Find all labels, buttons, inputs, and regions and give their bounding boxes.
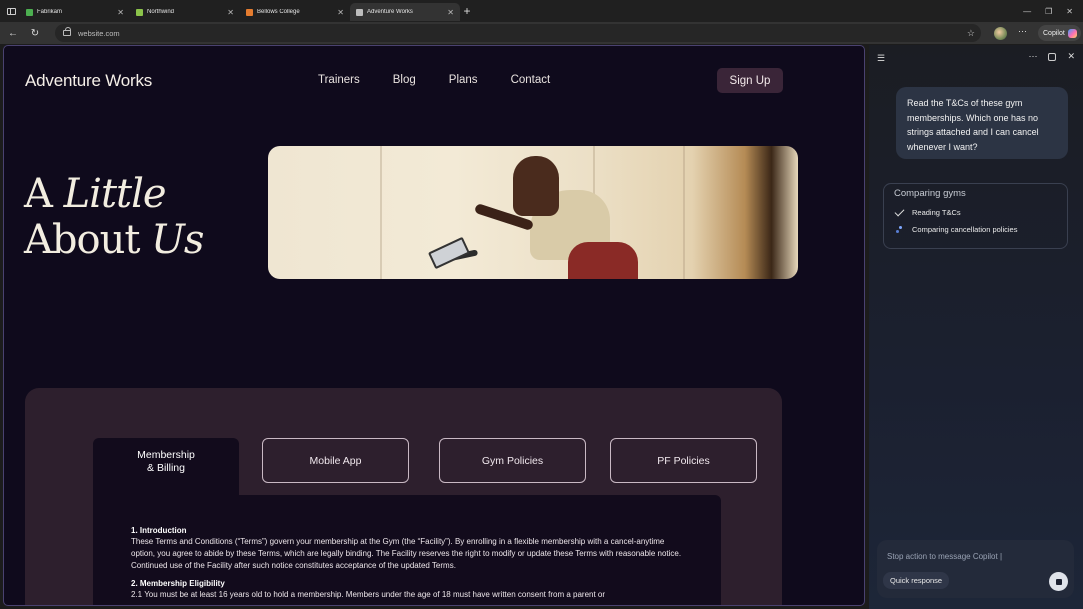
lock-icon — [63, 27, 71, 36]
close-icon[interactable]: ✕ — [227, 8, 234, 17]
tab-northwind[interactable]: Northwind ✕ — [130, 3, 240, 21]
tab-label: Membership — [137, 449, 195, 461]
copilot-button-label: Copilot — [1043, 29, 1065, 37]
hero-image-woman-cycling — [268, 146, 798, 279]
website-viewport: Adventure Works Trainers Blog Plans Cont… — [3, 45, 865, 606]
section-text: These Terms and Conditions (“Terms”) gov… — [131, 537, 682, 570]
url-text: website.com — [78, 28, 120, 38]
browser-toolbar: ← ↻ website.com ☆ — [0, 22, 1083, 44]
refresh-icon[interactable]: ↻ — [24, 28, 46, 39]
northwind-favicon-icon — [136, 8, 143, 16]
tab-label: Fabrikam — [37, 9, 63, 15]
nav-trainers[interactable]: Trainers — [318, 74, 360, 86]
restore-icon[interactable]: ❐ — [1045, 7, 1052, 16]
hero-word: About — [24, 217, 140, 263]
minimize-icon[interactable]: — — [1023, 7, 1031, 16]
terms-content-panel: 1. Introduction These Terms and Conditio… — [93, 495, 721, 605]
main-nav: Trainers Blog Plans Contact — [318, 74, 550, 86]
browser-tab-bar: Fabrikam ✕ Northwind ✕ Bellows College ✕… — [0, 0, 1083, 22]
hero-word: A — [24, 171, 53, 217]
adventure-works-favicon-icon — [356, 8, 363, 16]
tab-label: Bellows College — [257, 9, 300, 15]
profile-avatar[interactable] — [994, 27, 1007, 40]
tab-gym-policies[interactable]: Gym Policies — [439, 438, 586, 483]
tab-adventure-works[interactable]: Adventure Works ✕ — [350, 3, 460, 21]
tab-fabrikam[interactable]: Fabrikam ✕ — [20, 3, 130, 21]
tab-label: Northwind — [147, 9, 175, 15]
new-tab-plus-icon[interactable]: + — [460, 4, 474, 18]
copilot-panel-controls: ⋯ ✕ — [1028, 51, 1075, 62]
step-complete: Reading T&Cs — [894, 206, 1057, 217]
quick-response-button[interactable]: Quick response — [883, 572, 950, 589]
close-icon[interactable]: ✕ — [337, 8, 344, 17]
copilot-panel: ☰ ⋯ ✕ Read the T&Cs of these gym members… — [869, 45, 1083, 609]
message-composer[interactable]: Stop action to message Copilot | Quick r… — [877, 540, 1074, 598]
copilot-button[interactable]: Copilot — [1038, 25, 1081, 41]
open-in-new-icon[interactable] — [1048, 52, 1057, 61]
loading-spinner-icon — [896, 225, 904, 234]
tab-membership-billing[interactable]: Membership & Billing — [93, 438, 239, 498]
menu-icon[interactable]: ☰ — [877, 53, 885, 64]
nav-plans[interactable]: Plans — [449, 74, 478, 86]
task-progress-card: Comparing gyms Reading T&Cs Comparing ca… — [883, 183, 1068, 249]
tab-pf-policies[interactable]: PF Policies — [610, 438, 757, 483]
sign-up-button[interactable]: Sign Up — [717, 68, 783, 93]
tab-label: & Billing — [147, 462, 185, 474]
stop-button[interactable] — [1049, 572, 1068, 591]
section-heading: 2. Membership Eligibility — [131, 579, 225, 588]
more-options-icon[interactable]: ⋯ — [1018, 26, 1027, 37]
step-label: Reading T&Cs — [912, 208, 961, 217]
composer-placeholder: Stop action to message Copilot | — [887, 552, 1003, 561]
tab-label: Adventure Works — [367, 9, 413, 15]
close-icon[interactable]: ✕ — [117, 8, 124, 17]
close-icon[interactable]: ✕ — [1067, 51, 1075, 62]
hero-title: A Little About Us — [24, 171, 204, 263]
window-controls: — ❐ ✕ — [1023, 0, 1079, 22]
close-icon[interactable]: ✕ — [447, 8, 454, 17]
step-in-progress: Comparing cancellation policies — [894, 225, 1057, 234]
sidebar-toggle-icon[interactable] — [2, 0, 20, 22]
back-arrow-icon[interactable]: ← — [2, 28, 24, 39]
window-close-icon[interactable]: ✕ — [1066, 7, 1073, 16]
section-text: 2.1 You must be at least 16 years old to… — [131, 590, 606, 599]
user-message: Read the T&Cs of these gym memberships. … — [896, 87, 1068, 159]
checkmark-icon — [894, 206, 905, 217]
progress-title: Comparing gyms — [894, 188, 966, 199]
step-label: Comparing cancellation policies — [912, 225, 1018, 234]
nav-contact[interactable]: Contact — [511, 74, 551, 86]
tab-mobile-app[interactable]: Mobile App — [262, 438, 409, 483]
hero-word-italic: Us — [151, 217, 204, 263]
hero-word-italic: Little — [63, 171, 167, 217]
section-heading: 1. Introduction — [131, 526, 187, 535]
fabrikam-favicon-icon — [26, 8, 33, 16]
bellows-favicon-icon — [246, 8, 253, 16]
brand-logo[interactable]: Adventure Works — [25, 71, 152, 91]
more-options-icon[interactable]: ⋯ — [1028, 51, 1037, 62]
nav-blog[interactable]: Blog — [393, 74, 416, 86]
address-bar[interactable]: website.com ☆ — [55, 24, 981, 42]
favorite-star-icon[interactable]: ☆ — [967, 28, 975, 39]
tab-bellows-college[interactable]: Bellows College ✕ — [240, 3, 350, 21]
stop-icon — [1055, 578, 1062, 585]
copilot-logo-icon — [1068, 28, 1077, 38]
